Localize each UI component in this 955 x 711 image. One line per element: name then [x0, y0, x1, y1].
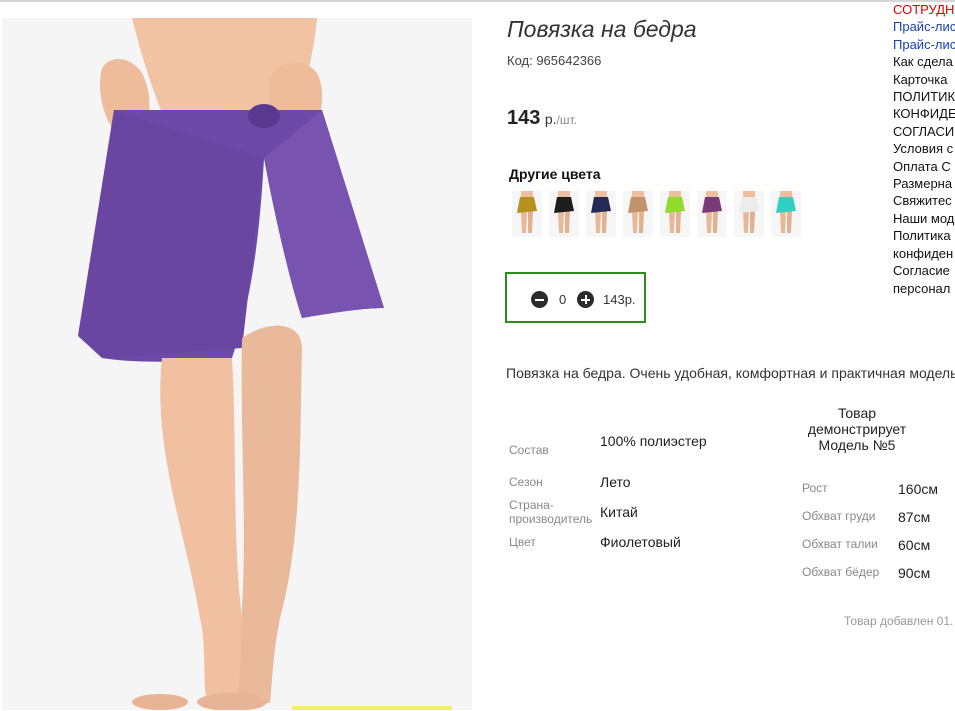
sidebar-link[interactable]: Политика — [893, 227, 955, 244]
sidebar-links: СОТРУДН Прайс-лис Прайс-лис Как сдела Ка… — [893, 1, 955, 297]
swatch-turquoise[interactable] — [771, 191, 801, 237]
sidebar-link[interactable]: Наши мод — [893, 210, 955, 227]
attr-value: Китай — [600, 504, 638, 520]
sidebar-link[interactable]: персонал — [893, 280, 955, 297]
product-title: Повязка на бедра — [507, 16, 697, 42]
measure-label: Обхват бёдер — [802, 565, 880, 579]
measure-label: Обхват груди — [802, 509, 876, 523]
sidebar-link[interactable]: Карточка — [893, 71, 955, 88]
swatch-navy[interactable] — [586, 191, 616, 237]
attr-label: Страна-производитель — [509, 498, 593, 526]
sidebar-link[interactable]: Условия с — [893, 140, 955, 157]
sidebar-link[interactable]: КОНФИДЕ — [893, 105, 955, 122]
sidebar-link[interactable]: Прайс-лис — [893, 18, 955, 35]
attr-label: Сезон — [509, 475, 543, 489]
attr-value: Фиолетовый — [600, 534, 681, 550]
attr-label: Цвет — [509, 535, 536, 549]
top-divider — [0, 0, 955, 2]
measure-value: 160см — [898, 481, 938, 497]
quantity-total: 143р. — [603, 292, 636, 307]
measure-value: 87см — [898, 509, 931, 525]
sidebar-link[interactable]: конфиден — [893, 245, 955, 262]
added-date: Товар добавлен 01. — [844, 614, 954, 628]
swatch-mustard[interactable] — [512, 191, 542, 237]
price-value: 143 — [507, 107, 541, 129]
sidebar-link[interactable]: Согласие — [893, 262, 955, 279]
sidebar-link[interactable]: Прайс-лис — [893, 36, 955, 53]
sidebar-link[interactable]: Свяжитес — [893, 192, 955, 209]
model-heading: Товар демонстрирует Модель №5 — [807, 405, 907, 453]
swatch-beige[interactable] — [623, 191, 653, 237]
swatch-black[interactable] — [549, 191, 579, 237]
increment-button[interactable] — [577, 291, 594, 308]
product-code: Код: 965642366 — [507, 53, 602, 68]
measure-value: 60см — [898, 537, 931, 553]
measure-label: Рост — [802, 481, 828, 495]
quantity-box: 0 143р. — [505, 272, 646, 323]
swatch-lime[interactable] — [660, 191, 690, 237]
sidebar-link[interactable]: СОГЛАСИ — [893, 123, 955, 140]
quantity-value: 0 — [559, 292, 567, 307]
swatch-white[interactable] — [734, 191, 764, 237]
attr-value: Лето — [600, 474, 631, 490]
sidebar-link[interactable]: Размерна — [893, 175, 955, 192]
price-currency: р. — [544, 111, 557, 127]
swatch-plum[interactable] — [697, 191, 727, 237]
sidebar-link[interactable]: ПОЛИТИК — [893, 88, 955, 105]
product-description: Повязка на бедра. Очень удобная, комфорт… — [506, 365, 955, 381]
measure-label: Обхват талии — [802, 537, 878, 551]
sidebar-link[interactable]: Оплата С — [893, 158, 955, 175]
attr-value: 100% полиэстер — [600, 433, 707, 449]
attr-label: Состав — [509, 443, 549, 457]
sidebar-link[interactable]: Как сдела — [893, 53, 955, 70]
other-colors-label: Другие цвета — [509, 166, 601, 182]
product-photo[interactable] — [2, 18, 472, 710]
price-block: 143 р./шт. — [507, 107, 577, 130]
sidebar-link[interactable]: СОТРУДН — [893, 1, 955, 18]
measure-value: 90см — [898, 565, 931, 581]
price-unit: /шт. — [556, 113, 577, 127]
decrement-button[interactable] — [531, 291, 548, 308]
